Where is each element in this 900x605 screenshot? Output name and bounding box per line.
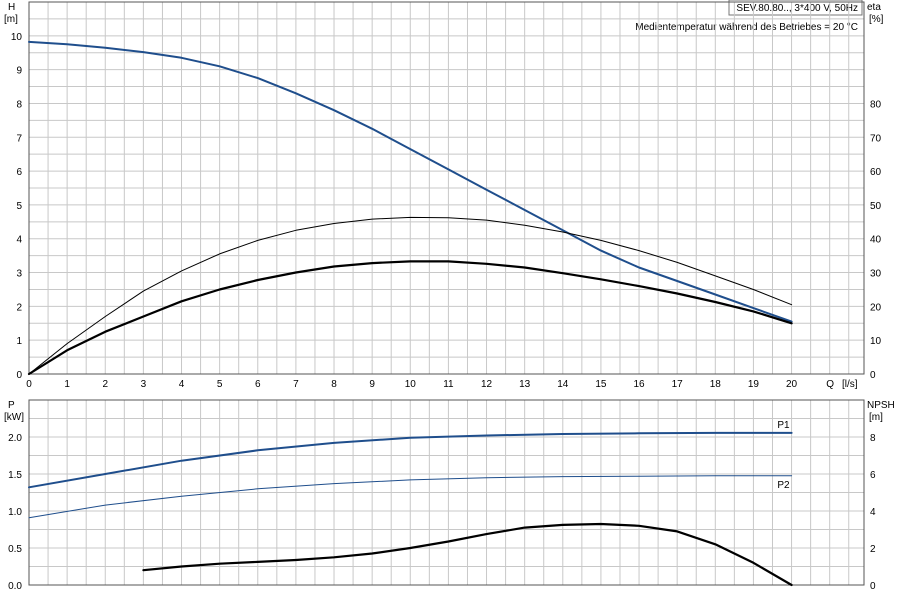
upper-y-left-tick-label: 9 bbox=[16, 66, 22, 77]
x-tick-label: 13 bbox=[519, 379, 531, 390]
lower-y-right-label: NPSH bbox=[867, 400, 895, 411]
upper-y-right-unit: [%] bbox=[869, 14, 884, 25]
upper-y-left-tick-label: 1 bbox=[16, 336, 22, 347]
x-tick-label: 1 bbox=[64, 379, 70, 390]
lower-y-left-tick-label: 1.5 bbox=[8, 470, 22, 481]
x-tick-label: 3 bbox=[141, 379, 147, 390]
lower-y-right-tick-label: 8 bbox=[870, 433, 876, 444]
upper-y-left-tick-label: 10 bbox=[11, 32, 23, 43]
x-tick-label: 7 bbox=[293, 379, 299, 390]
chart-svg: SEV.80.80.., 3*400 V, 50Hz Medientemperat… bbox=[4, 0, 895, 592]
upper-y-right-tick-label: 20 bbox=[870, 302, 882, 313]
upper-y-right-tick-label: 50 bbox=[870, 201, 882, 212]
x-tick-label: 20 bbox=[786, 379, 798, 390]
upper-y-left-tick-label: 7 bbox=[16, 133, 22, 144]
lower-y-right-tick-label: 2 bbox=[870, 544, 876, 555]
upper-y-left-tick-label: 2 bbox=[16, 302, 22, 313]
lower-y-left-tick-label: 0.0 bbox=[8, 581, 22, 592]
upper-y-left-tick-label: 4 bbox=[16, 235, 22, 246]
x-tick-label: 16 bbox=[633, 379, 645, 390]
upper-y-right-tick-label: 30 bbox=[870, 269, 882, 280]
x-tick-label: 10 bbox=[405, 379, 417, 390]
lower-y-left-label: P bbox=[8, 400, 15, 411]
upper-y-right-tick-label: 60 bbox=[870, 167, 882, 178]
upper-y-left-tick-label: 5 bbox=[16, 201, 22, 212]
pump-label: SEV.80.80.., 3*400 V, 50Hz bbox=[736, 3, 858, 14]
upper-y-left-tick-label: 6 bbox=[16, 167, 22, 178]
lower-series-label-p2: P2 bbox=[777, 480, 790, 491]
upper-y-left-tick-label: 0 bbox=[16, 370, 22, 381]
upper-y-left-label: H bbox=[8, 2, 15, 13]
upper-y-left-tick-label: 3 bbox=[16, 269, 22, 280]
lower-series-label-p1: P1 bbox=[777, 420, 790, 431]
upper-y-right-tick-label: 80 bbox=[870, 99, 882, 110]
x-tick-label: 19 bbox=[748, 379, 760, 390]
condition-text: Medientemperatur während des Betriebes =… bbox=[635, 22, 858, 33]
lower-y-left-tick-label: 1.0 bbox=[8, 507, 22, 518]
lower-y-right-unit: [m] bbox=[869, 412, 883, 423]
x-axis-label: Q bbox=[826, 379, 834, 390]
pump-curve-chart: SEV.80.80.., 3*400 V, 50Hz Medientemperat… bbox=[0, 0, 900, 600]
x-tick-label: 14 bbox=[557, 379, 569, 390]
upper-y-right-tick-label: 70 bbox=[870, 133, 882, 144]
x-tick-label: 6 bbox=[255, 379, 261, 390]
upper-y-left-tick-label: 8 bbox=[16, 99, 22, 110]
x-tick-label: 2 bbox=[102, 379, 108, 390]
upper-y-right-label: eta bbox=[867, 2, 881, 13]
upper-y-right-tick-label: 10 bbox=[870, 336, 882, 347]
x-axis-unit: [l/s] bbox=[842, 379, 858, 390]
lower-y-left-tick-label: 0.5 bbox=[8, 544, 22, 555]
x-tick-label: 0 bbox=[26, 379, 32, 390]
lower-y-left-tick-label: 2.0 bbox=[8, 433, 22, 444]
lower-y-right-tick-label: 4 bbox=[870, 507, 876, 518]
lower-y-left-unit: [kW] bbox=[4, 412, 24, 423]
lower-y-right-tick-label: 6 bbox=[870, 470, 876, 481]
x-tick-label: 9 bbox=[369, 379, 375, 390]
upper-y-right-tick-label: 40 bbox=[870, 235, 882, 246]
lower-y-right-tick-label: 0 bbox=[870, 581, 876, 592]
x-tick-label: 4 bbox=[179, 379, 185, 390]
x-tick-label: 17 bbox=[672, 379, 684, 390]
x-tick-label: 8 bbox=[331, 379, 337, 390]
x-tick-label: 15 bbox=[595, 379, 607, 390]
x-tick-label: 18 bbox=[710, 379, 722, 390]
x-tick-label: 11 bbox=[443, 379, 454, 390]
upper-y-right-tick-label: 0 bbox=[870, 370, 876, 381]
x-tick-label: 12 bbox=[481, 379, 493, 390]
upper-y-left-unit: [m] bbox=[4, 14, 18, 25]
x-tick-label: 5 bbox=[217, 379, 223, 390]
